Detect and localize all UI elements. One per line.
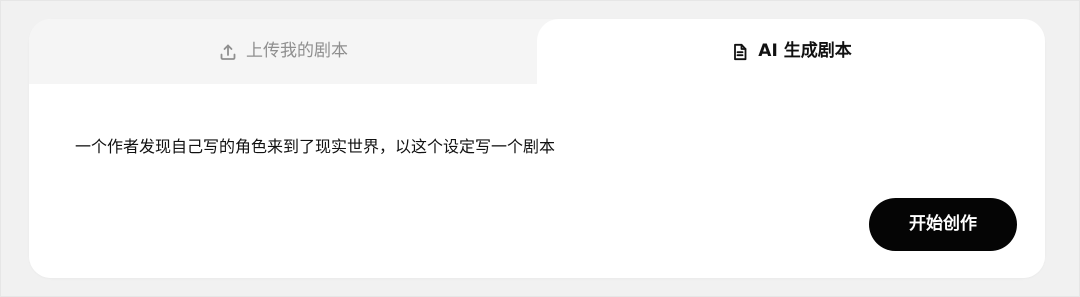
tab-upload-script-label: 上传我的剧本 [246,41,348,61]
script-source-tabs: 上传我的剧本 AI 生成剧本 [29,19,1045,84]
script-prompt-text[interactable]: 一个作者发现自己写的角色来到了现实世界，以这个设定写一个剧本 [75,136,995,158]
ai-script-content: 一个作者发现自己写的角色来到了现实世界，以这个设定写一个剧本 开始创作 [29,84,1045,278]
start-create-button[interactable]: 开始创作 [869,198,1017,251]
document-icon [730,42,750,62]
script-generator-card: 上传我的剧本 AI 生成剧本 一个作者发现自己写的角色来到了现实世界，以这个设定… [29,19,1045,278]
upload-icon [218,42,238,62]
tab-ai-generate-script[interactable]: AI 生成剧本 [537,19,1045,84]
tab-upload-script[interactable]: 上传我的剧本 [29,19,537,84]
tab-ai-generate-script-label: AI 生成剧本 [758,41,852,61]
page: 上传我的剧本 AI 生成剧本 一个作者发现自己写的角色来到了现实世界，以这个设定… [0,0,1080,297]
